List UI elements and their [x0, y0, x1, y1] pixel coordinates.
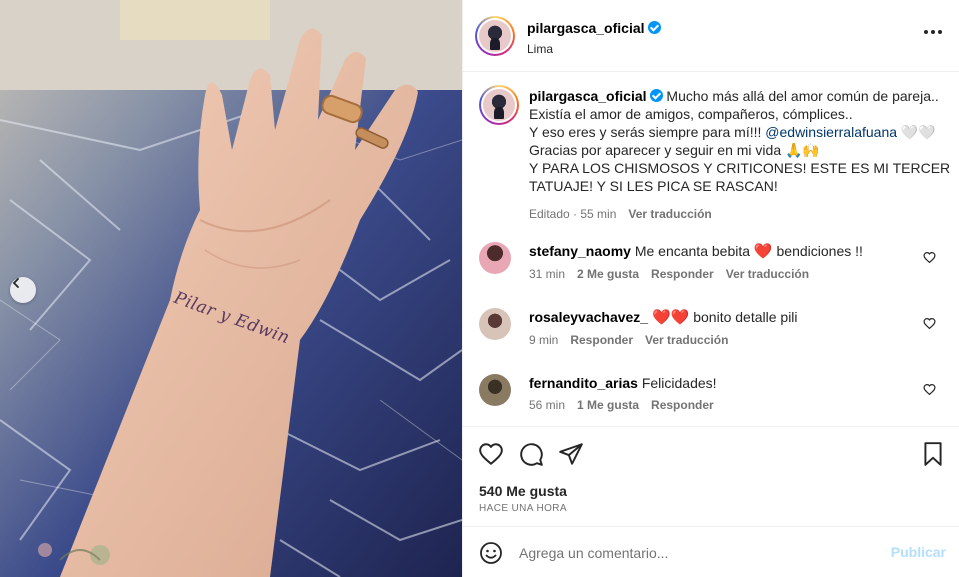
comment-username[interactable]: rosaleyvachavez_ — [529, 309, 648, 325]
verified-badge-icon — [649, 89, 663, 102]
comment-content-after: bendiciones !! — [776, 243, 863, 259]
comment-meta: 9 min Responder Ver traducción — [529, 333, 909, 347]
post-side-panel: pilargasca_oficial Lima pilargasca_ofici… — [462, 0, 959, 577]
comment-like-heart-icon[interactable] — [923, 317, 936, 330]
comment-time: 31 min — [529, 267, 566, 281]
caption-line-3-text: Y eso eres y serás siempre para mí!!! — [529, 124, 762, 140]
comment-item: fernandito_arias Felicidades! 56 min 1 M… — [479, 374, 944, 422]
chevron-left-icon — [12, 278, 19, 288]
comment-reply-button[interactable]: Responder — [570, 333, 633, 347]
share-icon[interactable] — [558, 441, 584, 467]
caption-line-2: Existía el amor de amigos, compañeros, c… — [529, 106, 853, 122]
caption-line-1: Mucho más allá del amor común de pareja.… — [666, 88, 939, 104]
post-location[interactable]: Lima — [527, 42, 661, 56]
caption-line-6: TATUAJE! Y SI LES PICA SE RASCAN! — [529, 178, 778, 194]
comment-emoji: ❤️ — [753, 243, 773, 260]
caption-author-avatar[interactable] — [479, 85, 519, 125]
caption-line-5: Y PARA LOS CHISMOSOS Y CRITICONES! ESTE … — [529, 160, 951, 176]
comment-emoji: ❤️❤️ — [651, 309, 690, 326]
caption-text: pilargasca_oficial Mucho más allá del am… — [529, 87, 951, 223]
more-options-icon[interactable] — [924, 26, 942, 38]
caption-line-3: Y eso eres y serás siempre para mí!!! @e… — [529, 123, 944, 141]
caption-author-username[interactable]: pilargasca_oficial — [529, 88, 647, 104]
comment-body: fernandito_arias Felicidades! 56 min 1 M… — [529, 374, 909, 412]
comment-body: rosaleyvachavez_ ❤️❤️ bonito detalle pil… — [529, 308, 909, 347]
comment-content: Me encanta bebita — [634, 243, 751, 259]
comment-item: stefany_naomy Me encanta bebita ❤️ bendi… — [479, 242, 944, 290]
caption-edited-time: Editado · 55 min — [529, 207, 617, 221]
verified-badge-icon — [647, 21, 661, 34]
comment-reply-button[interactable]: Responder — [651, 398, 714, 412]
comment-content-after: bonito detalle pili — [693, 309, 798, 325]
comment-avatar[interactable] — [479, 374, 511, 406]
caption-mention-suffix: 🤍🤍 — [900, 124, 936, 140]
caption-mention-link[interactable]: @edwinsierralafuana — [765, 124, 897, 140]
comment-avatar[interactable] — [479, 308, 511, 340]
comment-translate-link[interactable]: Ver traducción — [726, 267, 809, 281]
author-username[interactable]: pilargasca_oficial — [527, 20, 645, 36]
caption-meta: Editado · 55 min Ver traducción — [529, 205, 944, 223]
post-photo-illustration — [0, 0, 462, 577]
comment-like-heart-icon[interactable] — [923, 383, 936, 396]
heart-icon[interactable] — [478, 441, 504, 467]
carousel-prev-button[interactable] — [10, 277, 36, 303]
comment-icon[interactable] — [518, 441, 544, 467]
comment-text: stefany_naomy Me encanta bebita ❤️ bendi… — [529, 242, 909, 261]
comment-like-heart-icon[interactable] — [923, 251, 936, 264]
comment-avatar[interactable] — [479, 242, 511, 274]
comment-username[interactable]: fernandito_arias — [529, 375, 638, 391]
comment-likes[interactable]: 1 Me gusta — [577, 398, 639, 412]
emoji-icon[interactable] — [479, 541, 503, 565]
comment-likes[interactable]: 2 Me gusta — [577, 267, 639, 281]
comment-reply-button[interactable]: Responder — [651, 267, 714, 281]
comment-input[interactable] — [519, 539, 879, 567]
caption-translate-link[interactable]: Ver traducción — [628, 205, 711, 223]
comment-text: fernandito_arias Felicidades! — [529, 374, 909, 392]
comment-content: Felicidades! — [641, 375, 717, 391]
post-header: pilargasca_oficial Lima — [463, 0, 959, 72]
likes-count[interactable]: 540 Me gusta — [479, 483, 567, 499]
author-info: pilargasca_oficial Lima — [527, 20, 661, 56]
post-time-ago[interactable]: Hace una hora — [479, 503, 567, 514]
bookmark-icon[interactable] — [920, 441, 946, 467]
comment-meta: 56 min 1 Me gusta Responder — [529, 398, 909, 412]
post-actions: 540 Me gusta Hace una hora — [463, 426, 959, 526]
caption-line-4: Gracias por aparecer y seguir en mi vida… — [529, 142, 820, 158]
post-image[interactable]: Pilar y Edwin — [0, 0, 462, 577]
comment-text: rosaleyvachavez_ ❤️❤️ bonito detalle pil… — [529, 308, 909, 327]
comment-username[interactable]: stefany_naomy — [529, 243, 631, 259]
comment-time: 9 min — [529, 333, 559, 347]
comment-item: rosaleyvachavez_ ❤️❤️ bonito detalle pil… — [479, 308, 944, 356]
caption-line: pilargasca_oficial Mucho más allá del am… — [529, 87, 944, 105]
publish-button[interactable]: Publicar — [891, 544, 946, 560]
comment-body: stefany_naomy Me encanta bebita ❤️ bendi… — [529, 242, 909, 281]
add-comment-bar: Publicar — [463, 526, 959, 577]
comment-meta: 31 min 2 Me gusta Responder Ver traducci… — [529, 267, 909, 281]
author-avatar[interactable] — [475, 16, 515, 56]
comment-translate-link[interactable]: Ver traducción — [645, 333, 728, 347]
comment-time: 56 min — [529, 398, 566, 412]
